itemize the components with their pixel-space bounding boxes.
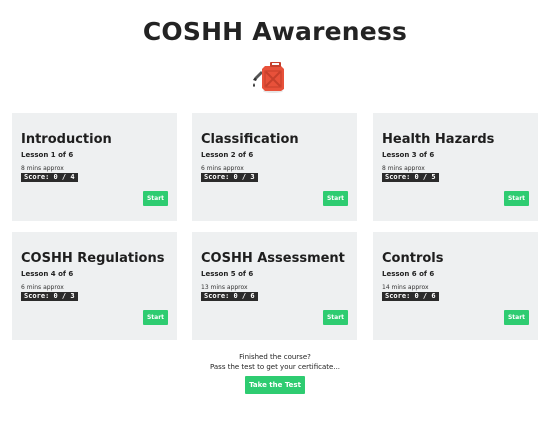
start-button[interactable]: Start (143, 191, 168, 206)
finish-instruction: Pass the test to get your certificate... (209, 363, 341, 371)
lesson-duration: 6 mins approx (21, 284, 64, 291)
lesson-duration: 8 mins approx (382, 165, 425, 172)
lesson-title: Controls (382, 251, 444, 266)
score-badge: Score: 0 / 6 (201, 292, 258, 301)
lesson-duration: 6 mins approx (201, 165, 244, 172)
score-badge: Score: 0 / 4 (21, 173, 78, 182)
lesson-duration: 8 mins approx (21, 165, 64, 172)
lesson-card: Introduction Lesson 1 of 6 8 mins approx… (12, 113, 177, 221)
start-button[interactable]: Start (143, 310, 168, 325)
score-badge: Score: 0 / 6 (382, 292, 439, 301)
score-badge: Score: 0 / 5 (382, 173, 439, 182)
lesson-title: Classification (201, 132, 299, 147)
lesson-number: Lesson 5 of 6 (201, 270, 254, 278)
lesson-title: Health Hazards (382, 132, 495, 147)
start-button[interactable]: Start (323, 191, 348, 206)
lesson-number: Lesson 2 of 6 (201, 151, 254, 159)
page-title: COSHH Awareness (142, 17, 408, 46)
start-button[interactable]: Start (504, 310, 529, 325)
take-test-button[interactable]: Take the Test (245, 376, 305, 394)
lesson-duration: 14 mins approx (382, 284, 429, 291)
lesson-number: Lesson 4 of 6 (21, 270, 74, 278)
lesson-number: Lesson 3 of 6 (382, 151, 435, 159)
fuel-can-icon (251, 60, 291, 96)
lesson-card: Health Hazards Lesson 3 of 6 8 mins appr… (373, 113, 538, 221)
lesson-title: Introduction (21, 132, 112, 147)
lesson-card: COSHH Regulations Lesson 4 of 6 6 mins a… (12, 232, 177, 340)
lesson-card: Classification Lesson 2 of 6 6 mins appr… (192, 113, 357, 221)
finish-question: Finished the course? (239, 353, 311, 361)
lesson-title: COSHH Assessment (201, 251, 345, 266)
lesson-card: Controls Lesson 6 of 6 14 mins approx Sc… (373, 232, 538, 340)
score-badge: Score: 0 / 3 (201, 173, 258, 182)
score-badge: Score: 0 / 3 (21, 292, 78, 301)
finish-prompt: Finished the course? Pass the test to ge… (0, 352, 550, 372)
lesson-card: COSHH Assessment Lesson 5 of 6 13 mins a… (192, 232, 357, 340)
lesson-duration: 13 mins approx (201, 284, 248, 291)
start-button[interactable]: Start (504, 191, 529, 206)
lesson-number: Lesson 6 of 6 (382, 270, 435, 278)
start-button[interactable]: Start (323, 310, 348, 325)
lesson-title: COSHH Regulations (21, 251, 165, 266)
lesson-number: Lesson 1 of 6 (21, 151, 74, 159)
